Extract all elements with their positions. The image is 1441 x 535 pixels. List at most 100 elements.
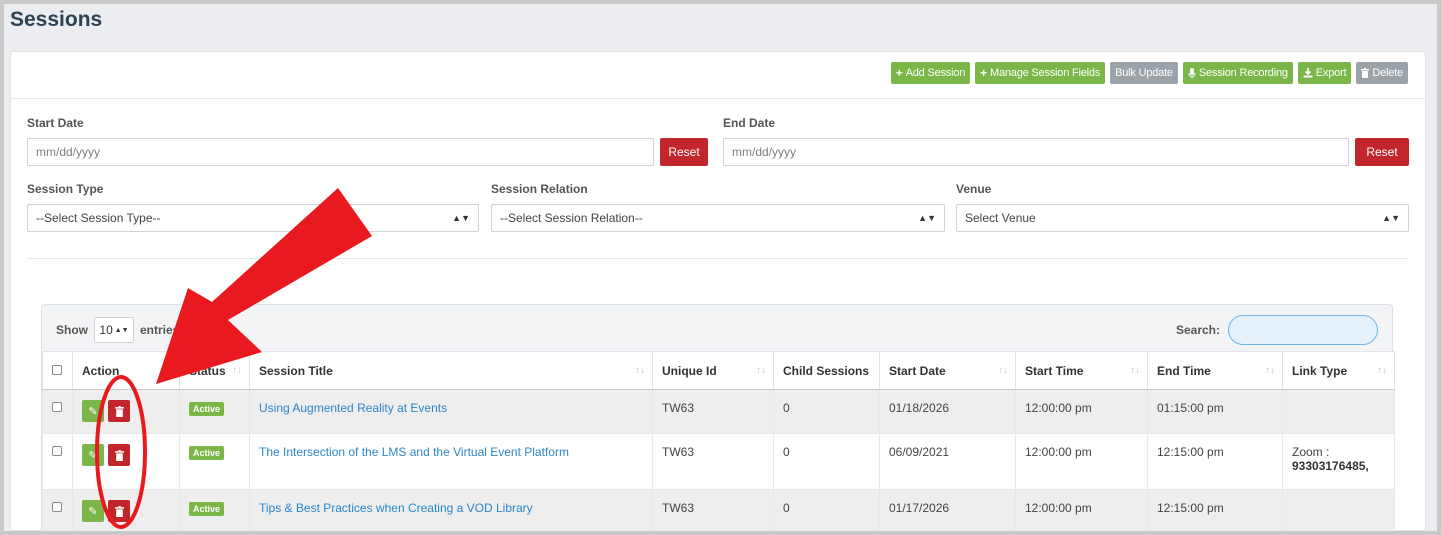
row-start-time: 12:00:00 pm (1015, 489, 1148, 531)
delete-button[interactable]: Delete (1356, 62, 1408, 84)
row-checkbox[interactable] (52, 402, 62, 412)
trash-icon (114, 449, 124, 461)
delete-row-button[interactable] (108, 400, 130, 422)
trash-icon (114, 505, 124, 517)
start-date-reset-button[interactable]: Reset (660, 138, 708, 166)
add-session-label: Add Session (905, 67, 966, 79)
row-start-date: 01/18/2026 (879, 389, 1016, 434)
edit-button[interactable]: ✎ (82, 400, 104, 422)
sort-icon: ↑↓ (635, 365, 645, 376)
row-child-sessions: 0 (773, 489, 880, 531)
delete-row-button[interactable] (108, 500, 130, 522)
select-all-cell (42, 351, 73, 390)
session-relation-label: Session Relation (491, 182, 588, 196)
col-unique-id-label: Unique Id (662, 363, 717, 378)
col-title-label: Session Title (259, 363, 333, 378)
entries-label: entries (140, 323, 180, 337)
sessions-panel: + Add Session + Manage Session Fields Bulk… (10, 51, 1426, 531)
trash-icon (114, 405, 124, 417)
edit-button[interactable]: ✎ (82, 500, 104, 522)
download-icon (1303, 68, 1313, 78)
session-title-link[interactable]: Tips & Best Practices when Creating a VO… (259, 501, 533, 515)
end-date-label: End Date (723, 116, 776, 130)
row-select-cell (42, 433, 73, 490)
start-date-input[interactable]: mm/dd/yyyy (27, 138, 654, 166)
export-label: Export (1315, 67, 1347, 79)
row-link-type (1282, 389, 1395, 434)
row-checkbox[interactable] (52, 502, 62, 512)
status-badge: Active (189, 402, 225, 416)
toolbar: + Add Session + Manage Session Fields Bulk… (890, 62, 1408, 84)
venue-select[interactable]: Select Venue ▲▼ (956, 204, 1409, 232)
edit-icon: ✎ (88, 449, 98, 462)
session-relation-select[interactable]: --Select Session Relation-- ▲▼ (491, 204, 945, 232)
edit-icon: ✎ (88, 505, 98, 518)
bulk-update-button[interactable]: Bulk Update (1110, 62, 1178, 84)
export-button[interactable]: Export (1297, 62, 1352, 84)
col-session-title[interactable]: Session Title ↑↓ (249, 351, 653, 390)
row-end-time: 01:15:00 pm (1147, 389, 1283, 434)
row-unique-id: TW63 (652, 489, 774, 531)
search-input[interactable] (1228, 315, 1378, 345)
row-start-date: 06/09/2021 (879, 433, 1016, 490)
session-recording-button[interactable]: Session Recording (1182, 62, 1293, 84)
session-title-link[interactable]: Using Augmented Reality at Events (259, 401, 447, 415)
status-badge: Active (189, 502, 225, 516)
show-label: Show (56, 323, 88, 337)
app-frame: Sessions + Add Session + Manage Session Fi… (4, 4, 1437, 531)
row-start-time: 12:00:00 pm (1015, 433, 1148, 490)
table-header-row: Action Status ↑↓ Session Title ↑↓ Unique I… (42, 351, 1395, 390)
row-title: Using Augmented Reality at Events (249, 389, 653, 434)
col-child-sessions: Child Sessions (773, 351, 880, 390)
page-size-select[interactable]: 10 ▲▼ (94, 317, 134, 343)
table-row: ✎ Active The Intersection of the LMS and… (42, 433, 1395, 490)
sort-icon: ↑↓ (1265, 365, 1275, 376)
sessions-table-container: Show 10 ▲▼ entries Search: Action Status ↑… (41, 304, 1395, 531)
select-caret-icon: ▲▼ (918, 213, 936, 223)
col-status[interactable]: Status ↑↓ (179, 351, 250, 390)
sort-icon: ↑↓ (1130, 365, 1140, 376)
row-status: Active (179, 433, 250, 490)
col-status-label: Status (189, 363, 226, 378)
col-end-time[interactable]: End Time ↑↓ (1147, 351, 1283, 390)
table-search: Search: (1176, 315, 1378, 345)
page-size-value: 10 (99, 323, 113, 337)
select-all-checkbox[interactable] (52, 364, 62, 375)
row-child-sessions: 0 (773, 433, 880, 490)
venue-label: Venue (956, 182, 992, 196)
filters-divider (27, 258, 1409, 259)
edit-button[interactable]: ✎ (82, 444, 104, 466)
row-select-cell (42, 389, 73, 434)
table-row: ✎ Active Tips & Best Practices when Crea… (42, 489, 1395, 531)
end-date-reset-button[interactable]: Reset (1355, 138, 1409, 166)
row-status: Active (179, 389, 250, 434)
toolbar-divider (11, 98, 1425, 99)
col-start-time[interactable]: Start Time ↑↓ (1015, 351, 1148, 390)
select-caret-icon: ▲▼ (452, 213, 470, 223)
col-start-date[interactable]: Start Date ↑↓ (879, 351, 1016, 390)
link-number: 93303176485, (1292, 459, 1369, 473)
col-link-type[interactable]: Link Type ↑↓ (1282, 351, 1395, 390)
session-recording-label: Session Recording (1198, 67, 1288, 79)
session-type-select[interactable]: --Select Session Type-- ▲▼ (27, 204, 479, 232)
session-title-link[interactable]: The Intersection of the LMS and the Virt… (259, 445, 569, 459)
row-checkbox[interactable] (52, 446, 62, 456)
col-start-time-label: Start Time (1025, 363, 1084, 378)
col-start-date-label: Start Date (889, 363, 946, 378)
row-start-time: 12:00:00 pm (1015, 389, 1148, 434)
start-date-label: Start Date (27, 116, 84, 130)
col-unique-id[interactable]: Unique Id ↑↓ (652, 351, 774, 390)
row-select-cell (42, 489, 73, 531)
plus-icon: + (980, 66, 987, 80)
manage-session-fields-button[interactable]: + Manage Session Fields (975, 62, 1106, 84)
microphone-icon (1188, 67, 1196, 78)
add-session-button[interactable]: + Add Session (890, 62, 971, 84)
col-child-sessions-label: Child Sessions (783, 363, 870, 378)
row-start-date: 01/17/2026 (879, 489, 1016, 531)
end-date-input[interactable]: mm/dd/yyyy (723, 138, 1349, 166)
session-type-label: Session Type (27, 182, 104, 196)
delete-row-button[interactable] (108, 444, 130, 466)
row-status: Active (179, 489, 250, 531)
row-link-type: Zoom :93303176485, (1282, 433, 1395, 490)
select-caret-icon: ▲▼ (1382, 213, 1400, 223)
